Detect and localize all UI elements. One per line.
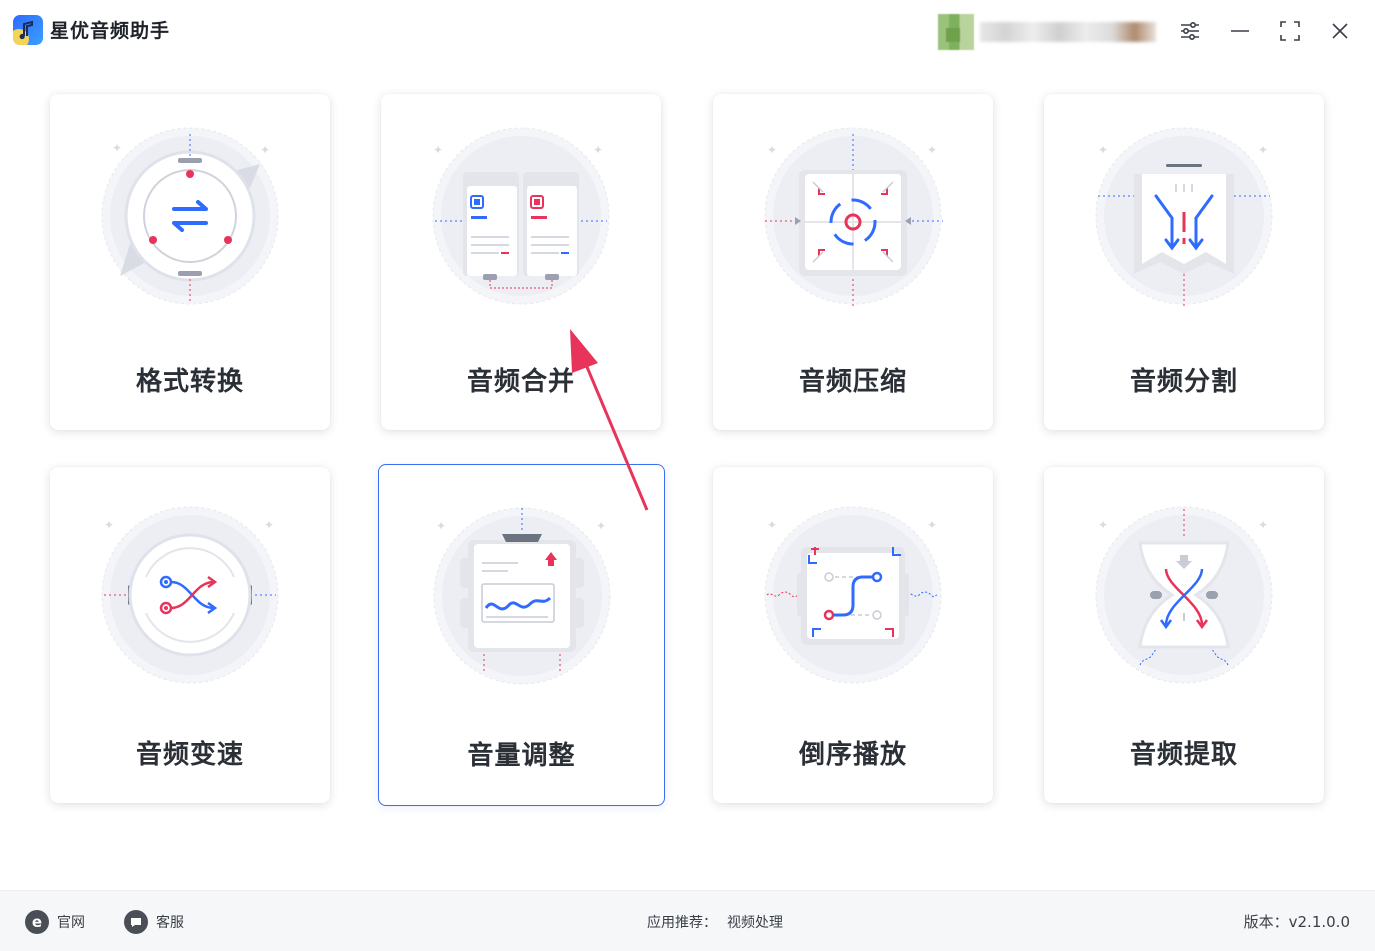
close-icon bbox=[1332, 23, 1348, 39]
card-label: 音频分割 bbox=[1129, 367, 1238, 397]
app-title: 星优音频助手 bbox=[50, 20, 171, 42]
format-conversion-icon: ✦ ✦ bbox=[101, 127, 279, 305]
volume-adjust-icon: ✦ ✦ bbox=[433, 507, 611, 685]
card-format-conversion[interactable]: ✦ ✦ 格式转换 bbox=[50, 94, 330, 430]
chat-bubble-icon bbox=[124, 910, 148, 934]
svg-text:✦: ✦ bbox=[104, 518, 114, 532]
recommend-label: 应用推荐： bbox=[647, 915, 717, 931]
card-label: 音频压缩 bbox=[798, 367, 907, 397]
svg-text:✦: ✦ bbox=[436, 519, 446, 533]
audio-extract-icon: ✦ ✦ bbox=[1095, 506, 1273, 684]
reverse-playback-icon: ✦ ✦ bbox=[764, 506, 942, 684]
card-volume-adjust[interactable]: ✦ ✦ 音量调整 bbox=[378, 464, 665, 806]
card-audio-extract[interactable]: ✦ ✦ 音频提取 bbox=[1044, 467, 1324, 803]
audio-merge-icon: ✦ ✦ bbox=[432, 127, 610, 305]
avatar[interactable] bbox=[938, 14, 974, 50]
svg-text:✦: ✦ bbox=[1258, 143, 1268, 157]
svg-text:✦: ✦ bbox=[260, 143, 270, 157]
card-audio-split[interactable]: ✦ ✦ 音频分割 bbox=[1044, 94, 1324, 430]
title-bar: 星优音频助手 bbox=[0, 0, 1375, 62]
svg-text:✦: ✦ bbox=[264, 518, 274, 532]
card-label: 音量调整 bbox=[467, 741, 576, 771]
user-account[interactable] bbox=[938, 14, 1156, 50]
svg-text:✦: ✦ bbox=[927, 143, 937, 157]
card-label: 格式转换 bbox=[135, 367, 244, 397]
svg-text:✦: ✦ bbox=[767, 518, 777, 532]
username bbox=[980, 22, 1156, 42]
svg-text:✦: ✦ bbox=[1098, 143, 1108, 157]
settings-sliders-icon bbox=[1181, 21, 1199, 41]
app-logo-icon bbox=[13, 15, 43, 45]
svg-text:✦: ✦ bbox=[112, 141, 122, 155]
website-label: 官网 bbox=[57, 915, 85, 931]
svg-text:✦: ✦ bbox=[1258, 518, 1268, 532]
close-button[interactable] bbox=[1325, 16, 1355, 46]
card-label: 音频提取 bbox=[1129, 740, 1238, 770]
app-recommend: 应用推荐： 视频处理 bbox=[647, 912, 783, 932]
svg-text:✦: ✦ bbox=[433, 143, 443, 157]
card-audio-compress[interactable]: ✦ ✦ 音频压缩 bbox=[713, 94, 993, 430]
minimize-button[interactable] bbox=[1225, 16, 1255, 46]
website-link[interactable]: e 官网 bbox=[25, 910, 85, 934]
minimize-icon bbox=[1231, 30, 1249, 32]
svg-text:✦: ✦ bbox=[1098, 518, 1108, 532]
footer-bar: e 官网 客服 应用推荐： 视频处理 版本：v2.1.0.0 bbox=[0, 890, 1375, 951]
audio-compress-icon: ✦ ✦ bbox=[764, 127, 943, 306]
card-label: 音频变速 bbox=[135, 740, 244, 770]
svg-text:✦: ✦ bbox=[767, 143, 777, 157]
card-label: 倒序播放 bbox=[798, 740, 907, 770]
svg-text:✦: ✦ bbox=[927, 518, 937, 532]
card-label: 音频合并 bbox=[466, 367, 575, 397]
card-audio-merge[interactable]: ✦ ✦ 音频合并 bbox=[381, 94, 661, 430]
settings-button[interactable] bbox=[1175, 16, 1205, 46]
customer-service-link[interactable]: 客服 bbox=[124, 910, 184, 934]
browser-e-icon: e bbox=[25, 910, 49, 934]
recommend-video-link[interactable]: 视频处理 bbox=[727, 915, 783, 931]
customer-service-label: 客服 bbox=[156, 915, 184, 931]
card-audio-speed[interactable]: ✦ ✦ 音频变速 bbox=[50, 467, 330, 803]
version-text: 版本：v2.1.0.0 bbox=[1243, 913, 1350, 931]
maximize-button[interactable] bbox=[1275, 16, 1305, 46]
svg-text:✦: ✦ bbox=[593, 143, 603, 157]
svg-text:✦: ✦ bbox=[596, 519, 606, 533]
audio-speed-icon: ✦ ✦ bbox=[101, 506, 279, 684]
card-reverse-playback[interactable]: ✦ ✦ 倒序播放 bbox=[713, 467, 993, 803]
audio-split-icon: ✦ ✦ bbox=[1095, 127, 1273, 306]
maximize-icon bbox=[1280, 21, 1300, 41]
